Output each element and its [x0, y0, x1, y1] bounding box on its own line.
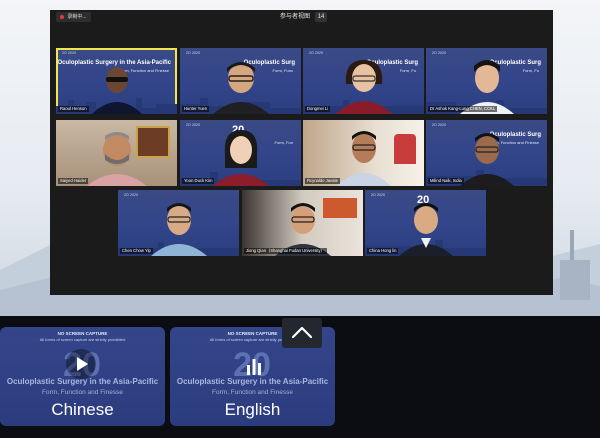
participant-tile[interactable]: Jiong Qian（Shanghai Fudan University）	[242, 190, 363, 256]
participant-video	[336, 131, 391, 186]
participant-video	[212, 62, 269, 114]
recording-label: 录制中...	[67, 14, 87, 20]
no-capture-text: All forms of screen capture are strictly…	[39, 337, 126, 342]
slide-logo: 2O 2020	[432, 51, 447, 55]
participant-video	[212, 130, 269, 186]
card-subtitle: Form, Function and Finesse	[42, 389, 123, 396]
participant-tile[interactable]: 2O 2020 Oculoplastic Surg Form, Fu Dongm…	[303, 48, 424, 114]
participant-tile[interactable]: 2O 2020 Oculoplastic Surg Form, Fu Dr As…	[426, 48, 547, 114]
slide-logo: 2O 2020	[371, 193, 386, 197]
participant-name: Raoul Henson	[58, 106, 89, 112]
tile-slide-subtitle: Form, Func	[272, 68, 293, 73]
view-title-text: 参与者视图	[280, 14, 311, 20]
flower-decoration	[394, 134, 416, 164]
participant-name: Chen Chow Yip	[120, 248, 153, 254]
slide-logo: 2O 2020	[62, 51, 77, 55]
participant-name: China Hong lin	[367, 248, 399, 254]
participant-name: Dongmei Li	[305, 106, 331, 112]
participant-tile[interactable]: 2O 2020 Oculoplastic Surg Form, Func Hun…	[180, 48, 301, 114]
audio-level-indicator[interactable]	[244, 357, 264, 375]
participant-name: Milind Naik, India	[428, 178, 464, 184]
participant-tile[interactable]: 2O 2020 20 Form, Fun Yoon Duck Kim	[180, 120, 301, 186]
participant-video	[459, 133, 514, 186]
channel-card-chinese[interactable]: NO SCREEN CAPTURE All forms of screen ca…	[0, 327, 165, 426]
participant-tile[interactable]: 2O 2020 Oculoplastic Surgery in the Asia…	[56, 48, 177, 114]
slide-logo: 2O 2020	[186, 123, 201, 127]
language-label: Chinese	[51, 400, 114, 419]
participant-tile[interactable]: Saiyed Haider	[56, 120, 177, 186]
slide-logo: 2O 2020	[124, 193, 139, 197]
zoom-meeting-window: 录制中... 参与者视图 14 2O 2020 Oculoplastic Sur…	[50, 10, 553, 295]
participant-video	[150, 203, 207, 256]
language-label: English	[224, 400, 281, 419]
participant-name: Yoon Duck Kim	[182, 178, 215, 184]
card-subtitle: Form, Function and Finesse	[212, 389, 293, 396]
play-icon	[77, 357, 88, 371]
slide-logo: 2O 2020	[432, 123, 447, 127]
participant-tile[interactable]: 2O 2020 Oculoplastic Surg Form, Function…	[426, 120, 547, 186]
participant-video	[91, 67, 142, 114]
participant-name: Rcynaldo Javate	[305, 178, 340, 184]
participant-tile[interactable]: Rcynaldo Javate	[303, 120, 424, 186]
meeting-topbar: 录制中... 参与者视图 14	[50, 10, 553, 24]
participant-name: Saiyed Haider	[58, 178, 89, 184]
participant-video	[335, 60, 392, 114]
collapse-button[interactable]	[282, 318, 322, 348]
play-button[interactable]	[66, 349, 96, 379]
card-title: Oculoplastic Surgery in the Asia-Pacific	[6, 377, 159, 386]
chevron-up-icon	[291, 326, 313, 339]
view-title[interactable]: 参与者视图 14	[280, 12, 328, 22]
participant-name: Hunter Yuen	[182, 106, 210, 112]
tile-slide-subtitle: Form, Fu	[522, 68, 539, 73]
slide-logo: 2O 2020	[309, 51, 324, 55]
participant-video	[398, 203, 453, 256]
participant-count: 14	[314, 12, 328, 22]
participant-tile[interactable]: 2O 2020 Chen Chow Yip	[118, 190, 239, 256]
tile-slide-subtitle: Form, Fu	[399, 68, 416, 73]
card-title: Oculoplastic Surgery in the Asia-Pacific	[176, 377, 329, 386]
tile-slide-subtitle: Form, Fun	[274, 140, 293, 145]
participant-name: Jiong Qian（Shanghai Fudan University）	[244, 248, 327, 254]
participant-name: Dr Ashok Kang-Lung CHEN, CCKL	[428, 106, 498, 112]
slide-logo: 2O 2020	[186, 51, 201, 55]
participant-tile[interactable]: 2O 2020 20 China Hong lin	[365, 190, 486, 256]
no-capture-title: NO SCREEN CAPTURE	[57, 331, 108, 336]
recording-indicator[interactable]: 录制中...	[56, 12, 91, 22]
participant-video	[86, 132, 147, 186]
record-dot-icon	[60, 14, 64, 19]
bar-chart-icon	[247, 359, 261, 375]
